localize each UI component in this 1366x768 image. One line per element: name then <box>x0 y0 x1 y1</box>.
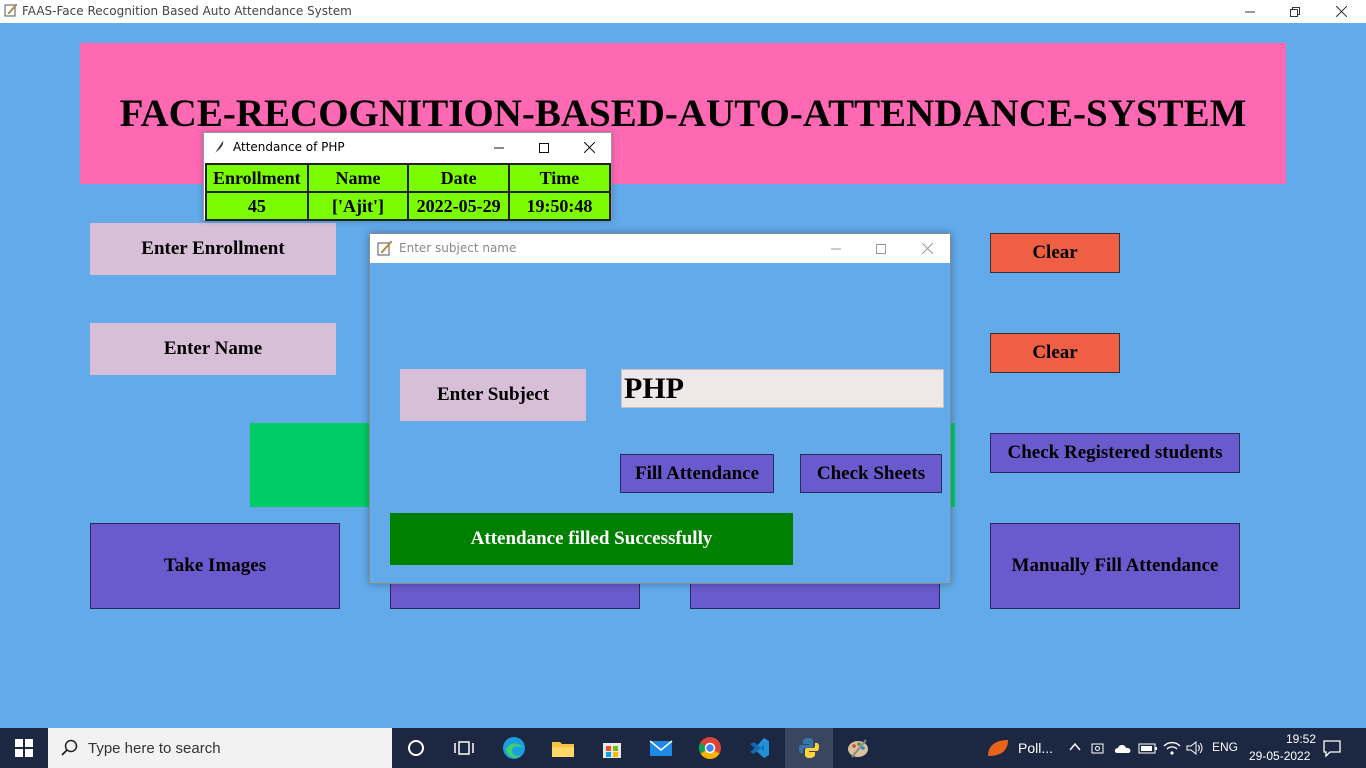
search-placeholder: Type here to search <box>88 739 221 757</box>
close-icon <box>1335 6 1347 17</box>
system-title: FACE-RECOGNITION-BASED-AUTO-ATTENDANCE-S… <box>119 92 1247 135</box>
check-sheets-button[interactable]: Check Sheets <box>800 454 942 493</box>
name-label: Enter Name <box>90 323 336 375</box>
minimize-button[interactable] <box>1227 0 1273 23</box>
task-view-button[interactable] <box>440 728 488 768</box>
cortana-button[interactable] <box>392 728 440 768</box>
palette-icon <box>848 739 868 758</box>
chrome-icon <box>698 737 721 759</box>
task-view-icon <box>454 741 474 755</box>
enrollment-label: Enter Enrollment <box>90 223 336 275</box>
manually-fill-attendance-button[interactable]: Manually Fill Attendance <box>990 523 1240 609</box>
subject-close-button[interactable] <box>904 237 950 260</box>
edge-taskbar-button[interactable] <box>490 728 538 768</box>
paint-button[interactable] <box>834 728 882 768</box>
vscode-button[interactable] <box>735 728 783 768</box>
take-images-button[interactable]: Take Images <box>90 523 340 609</box>
fill-attendance-button[interactable]: Fill Attendance <box>620 454 774 493</box>
column-header: Enrollment <box>205 163 309 193</box>
clear-name-button[interactable]: Clear <box>990 333 1120 373</box>
column-header: Time <box>507 163 612 193</box>
main-window-title: FAAS-Face Recognition Based Auto Attenda… <box>22 4 352 18</box>
subject-window-title: Enter subject name <box>399 241 517 255</box>
attendance-window-titlebar: Attendance of PHP <box>204 133 611 162</box>
windows-icon <box>15 739 33 757</box>
attendance-minimize-button[interactable] <box>476 136 522 159</box>
camera-icon <box>1091 743 1104 754</box>
subject-label: Enter Subject <box>400 369 586 421</box>
main-window-titlebar: FAAS-Face Recognition Based Auto Attenda… <box>0 0 1366 23</box>
feather-icon <box>215 141 224 153</box>
camera-tray-icon[interactable] <box>1091 740 1107 761</box>
column-header: Name <box>306 163 410 193</box>
minimize-icon <box>831 248 841 249</box>
taskbar-search-box[interactable]: Type here to search <box>48 728 392 768</box>
subject-window-titlebar: Enter subject name <box>370 234 950 263</box>
enter-subject-window: Enter subject name Enter Subject PHP Fil… <box>369 233 951 584</box>
close-icon <box>921 243 933 254</box>
attendance-window: Attendance of PHP Enrollment Name Date T… <box>203 132 612 221</box>
cortana-icon <box>408 740 424 756</box>
table-cell: 19:50:48 <box>507 191 612 221</box>
store-button[interactable] <box>588 728 636 768</box>
start-button[interactable] <box>0 728 48 768</box>
taskbar: Type here to search Poll... ENG 19:52 29… <box>0 728 1366 768</box>
onedrive-tray-icon[interactable] <box>1113 740 1133 761</box>
battery-icon <box>1138 743 1157 754</box>
table-cell: ['Ajit'] <box>306 191 410 221</box>
maximize-icon <box>876 243 886 254</box>
clock-date[interactable]: 29-05-2022 <box>1249 749 1310 763</box>
notification-icon <box>1323 740 1341 758</box>
app-feather-icon <box>377 240 393 256</box>
close-icon <box>583 142 595 153</box>
python-icon <box>799 738 819 758</box>
maximize-icon <box>539 142 549 153</box>
attendance-table: Enrollment Name Date Time 45 ['Ajit'] 20… <box>205 163 612 221</box>
check-registered-students-button[interactable]: Check Registered students <box>990 433 1240 473</box>
weather-label[interactable]: Poll... <box>1018 740 1053 756</box>
volume-tray-icon[interactable] <box>1186 740 1204 761</box>
mail-icon <box>649 740 673 756</box>
folder-icon <box>552 742 574 757</box>
attendance-maximize-button[interactable] <box>521 136 567 159</box>
chrome-button[interactable] <box>686 728 734 768</box>
table-cell: 2022-05-29 <box>407 191 510 221</box>
file-explorer-button[interactable] <box>539 728 587 768</box>
attendance-window-title: Attendance of PHP <box>233 140 345 154</box>
subject-minimize-button[interactable] <box>813 237 859 260</box>
mail-button[interactable] <box>637 728 685 768</box>
column-header: Date <box>407 163 510 193</box>
clock-time[interactable]: 19:52 <box>1264 732 1316 746</box>
battery-tray-icon[interactable] <box>1138 740 1158 761</box>
wifi-tray-icon[interactable] <box>1163 740 1181 761</box>
leaf-icon <box>988 740 1008 756</box>
table-cell: 45 <box>205 191 309 221</box>
minimize-icon <box>1245 11 1255 12</box>
close-button[interactable] <box>1318 0 1364 23</box>
speaker-icon <box>1186 740 1203 756</box>
restore-button[interactable] <box>1272 0 1318 23</box>
weather-widget-icon[interactable] <box>986 738 1010 758</box>
vscode-icon <box>750 738 769 758</box>
table-header-row: Enrollment Name Date Time <box>205 163 612 193</box>
success-message: Attendance filled Successfully <box>390 513 793 565</box>
restore-icon <box>1290 6 1300 17</box>
chevron-up-icon <box>1069 742 1081 751</box>
search-icon <box>61 739 78 756</box>
minimize-icon <box>494 147 504 148</box>
python-button[interactable] <box>785 728 833 768</box>
edge-icon <box>503 737 525 759</box>
notifications-button[interactable] <box>1322 738 1342 763</box>
subject-input[interactable]: PHP <box>621 369 944 408</box>
subject-maximize-button[interactable] <box>858 237 904 260</box>
app-feather-icon <box>4 3 18 17</box>
show-hidden-icons-button[interactable] <box>1068 740 1082 754</box>
attendance-close-button[interactable] <box>566 136 612 159</box>
cloud-icon <box>1114 745 1131 753</box>
clear-enrollment-button[interactable]: Clear <box>990 233 1120 273</box>
store-icon <box>603 743 621 758</box>
language-indicator[interactable]: ENG <box>1212 740 1238 754</box>
wifi-icon <box>1163 741 1181 755</box>
table-row: 45 ['Ajit'] 2022-05-29 19:50:48 <box>205 191 612 221</box>
